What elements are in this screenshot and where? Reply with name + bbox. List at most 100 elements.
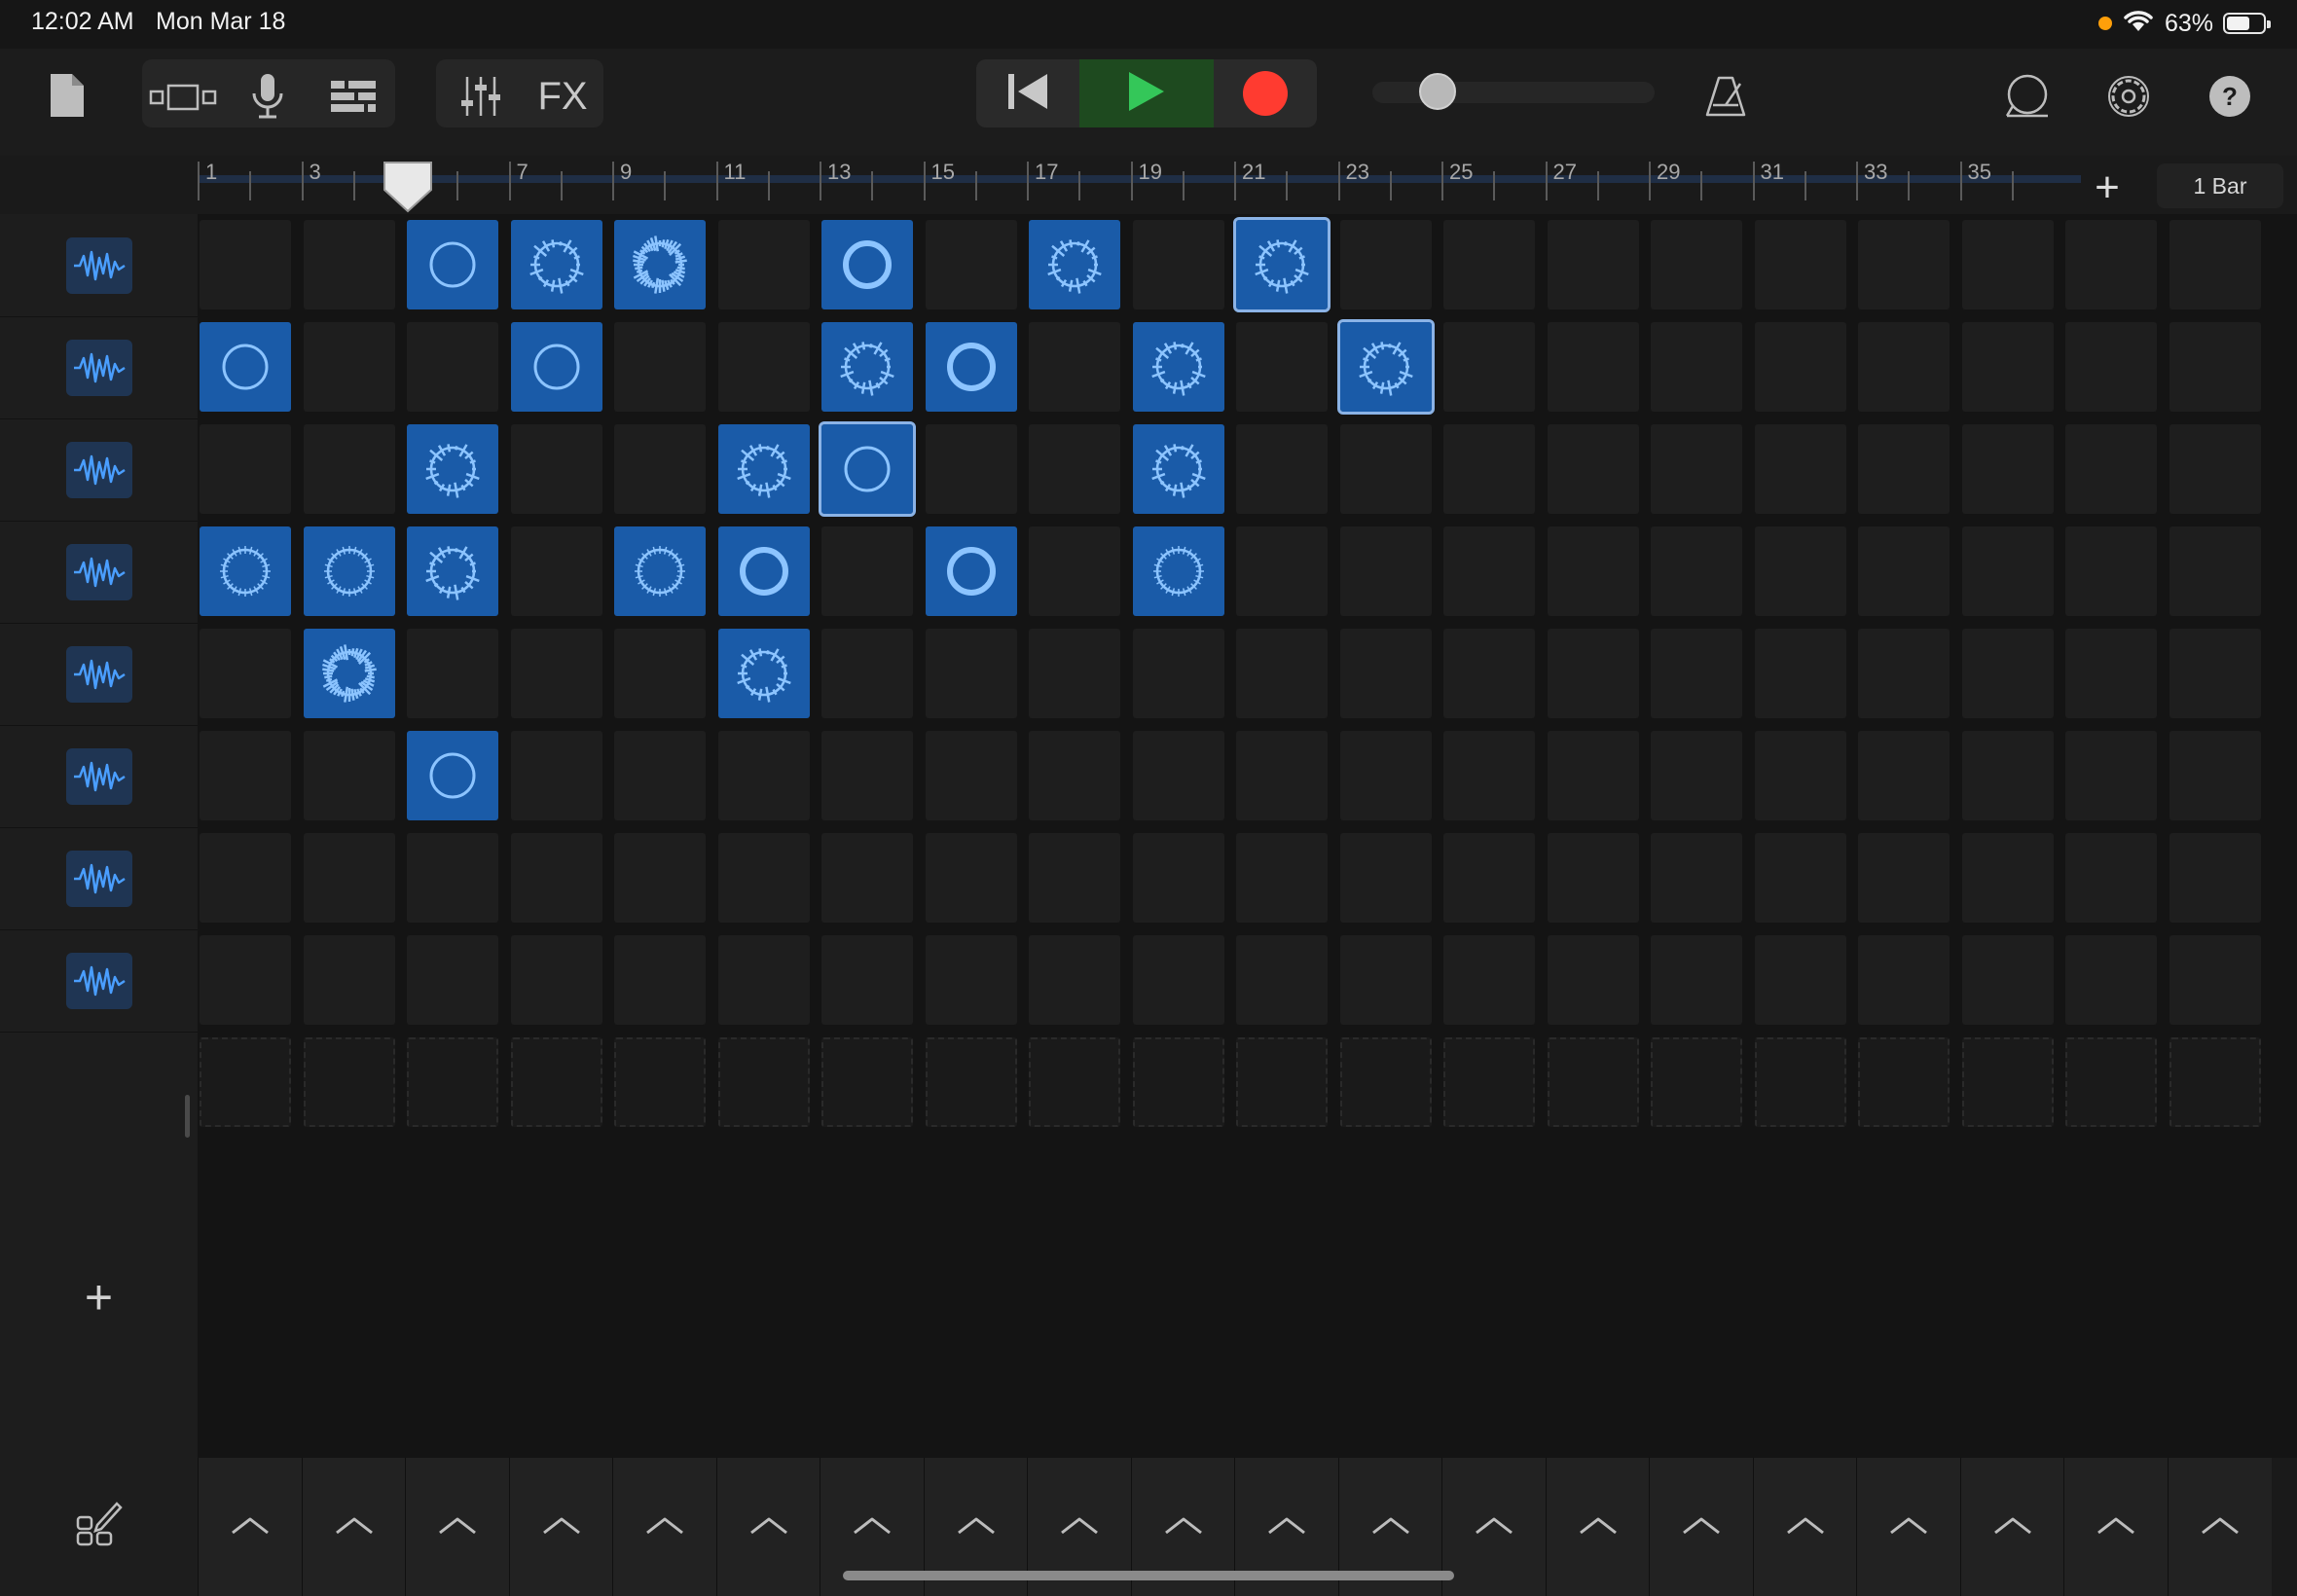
empty-cell[interactable] — [1961, 424, 2054, 514]
loop-cell[interactable] — [821, 220, 913, 309]
empty-cell[interactable] — [1858, 526, 1950, 616]
fx-button[interactable]: FX — [526, 66, 600, 127]
empty-cell[interactable] — [2065, 833, 2157, 923]
empty-cell[interactable] — [510, 833, 602, 923]
empty-cell[interactable] — [200, 220, 291, 309]
loop-cell[interactable] — [717, 526, 810, 616]
empty-cell[interactable] — [1754, 629, 1846, 718]
master-volume-knob[interactable] — [1419, 73, 1456, 110]
empty-cell[interactable] — [821, 935, 913, 1025]
loop-cell[interactable] — [200, 526, 291, 616]
empty-add-slot[interactable] — [1547, 1037, 1639, 1127]
mixer-icon[interactable] — [444, 66, 518, 127]
empty-add-slot[interactable] — [1754, 1037, 1846, 1127]
play-button[interactable] — [1079, 59, 1214, 127]
empty-add-slot[interactable] — [717, 1037, 810, 1127]
empty-cell[interactable] — [200, 424, 291, 514]
empty-cell[interactable] — [1236, 322, 1328, 412]
empty-cell[interactable] — [1858, 220, 1950, 309]
empty-add-slot[interactable] — [1339, 1037, 1432, 1127]
loop-cell[interactable] — [1132, 322, 1224, 412]
help-icon[interactable]: ? — [2198, 66, 2262, 127]
empty-cell[interactable] — [1651, 220, 1742, 309]
empty-cell[interactable] — [200, 731, 291, 820]
loop-cell[interactable] — [407, 220, 498, 309]
loop-cell[interactable] — [510, 220, 602, 309]
empty-cell[interactable] — [2065, 935, 2157, 1025]
empty-cell[interactable] — [717, 220, 810, 309]
empty-cell[interactable] — [303, 833, 395, 923]
empty-cell[interactable] — [2169, 629, 2261, 718]
loop-cell[interactable] — [717, 424, 810, 514]
empty-cell[interactable] — [614, 935, 706, 1025]
loop-cell[interactable] — [407, 526, 498, 616]
empty-cell[interactable] — [2065, 424, 2157, 514]
empty-add-slot[interactable] — [1651, 1037, 1742, 1127]
empty-add-slot[interactable] — [1236, 1037, 1328, 1127]
empty-cell[interactable] — [1029, 629, 1120, 718]
document-icon[interactable] — [39, 66, 93, 125]
column-trigger-button[interactable] — [612, 1458, 716, 1596]
loop-cell[interactable] — [717, 629, 810, 718]
empty-cell[interactable] — [1858, 629, 1950, 718]
empty-cell[interactable] — [1132, 629, 1224, 718]
edit-cells-button[interactable] — [0, 1458, 198, 1596]
waveform-icon[interactable] — [65, 850, 132, 907]
empty-cell[interactable] — [1029, 322, 1120, 412]
waveform-icon[interactable] — [65, 236, 132, 294]
empty-cell[interactable] — [717, 322, 810, 412]
empty-cell[interactable] — [1132, 833, 1224, 923]
loop-browser-icon[interactable] — [1995, 64, 2060, 128]
track-header[interactable] — [0, 623, 198, 726]
empty-cell[interactable] — [1443, 833, 1535, 923]
empty-cell[interactable] — [1547, 731, 1639, 820]
empty-cell[interactable] — [614, 629, 706, 718]
empty-cell[interactable] — [1651, 424, 1742, 514]
empty-add-slot[interactable] — [407, 1037, 498, 1127]
empty-add-slot[interactable] — [303, 1037, 395, 1127]
track-header[interactable] — [0, 725, 198, 828]
column-trigger-button[interactable] — [405, 1458, 509, 1596]
empty-add-slot[interactable] — [1443, 1037, 1535, 1127]
loop-cell[interactable] — [1029, 220, 1120, 309]
empty-cell[interactable] — [303, 322, 395, 412]
loop-cell[interactable] — [1336, 319, 1435, 415]
add-track-button[interactable]: + — [0, 1246, 198, 1348]
empty-cell[interactable] — [1754, 526, 1846, 616]
playhead-marker[interactable] — [383, 161, 433, 213]
empty-cell[interactable] — [1961, 629, 2054, 718]
empty-cell[interactable] — [1339, 424, 1432, 514]
empty-cell[interactable] — [717, 731, 810, 820]
empty-cell[interactable] — [1754, 935, 1846, 1025]
empty-cell[interactable] — [2169, 731, 2261, 820]
tracks-view-icon[interactable] — [319, 66, 387, 127]
column-trigger-button[interactable] — [1959, 1458, 2064, 1596]
column-trigger-button[interactable] — [1441, 1458, 1546, 1596]
empty-cell[interactable] — [510, 731, 602, 820]
home-indicator[interactable] — [843, 1571, 1454, 1580]
track-header[interactable] — [0, 827, 198, 930]
microphone-icon[interactable] — [234, 66, 302, 127]
empty-cell[interactable] — [1651, 935, 1742, 1025]
empty-cell[interactable] — [1858, 833, 1950, 923]
empty-add-slot[interactable] — [614, 1037, 706, 1127]
empty-cell[interactable] — [821, 731, 913, 820]
view-toggle-icon[interactable] — [146, 68, 220, 127]
add-section-button[interactable]: + — [2083, 163, 2132, 212]
column-trigger-button[interactable] — [1752, 1458, 1857, 1596]
empty-cell[interactable] — [925, 935, 1017, 1025]
empty-cell[interactable] — [1339, 833, 1432, 923]
empty-cell[interactable] — [1961, 526, 2054, 616]
empty-cell[interactable] — [2169, 424, 2261, 514]
loop-cell[interactable] — [614, 220, 706, 309]
empty-cell[interactable] — [200, 629, 291, 718]
loop-cell[interactable] — [510, 322, 602, 412]
empty-cell[interactable] — [1339, 526, 1432, 616]
empty-cell[interactable] — [925, 220, 1017, 309]
empty-cell[interactable] — [1236, 526, 1328, 616]
loop-cell[interactable] — [1132, 424, 1224, 514]
empty-cell[interactable] — [1754, 833, 1846, 923]
empty-cell[interactable] — [1547, 629, 1639, 718]
empty-cell[interactable] — [407, 833, 498, 923]
empty-cell[interactable] — [1961, 833, 2054, 923]
